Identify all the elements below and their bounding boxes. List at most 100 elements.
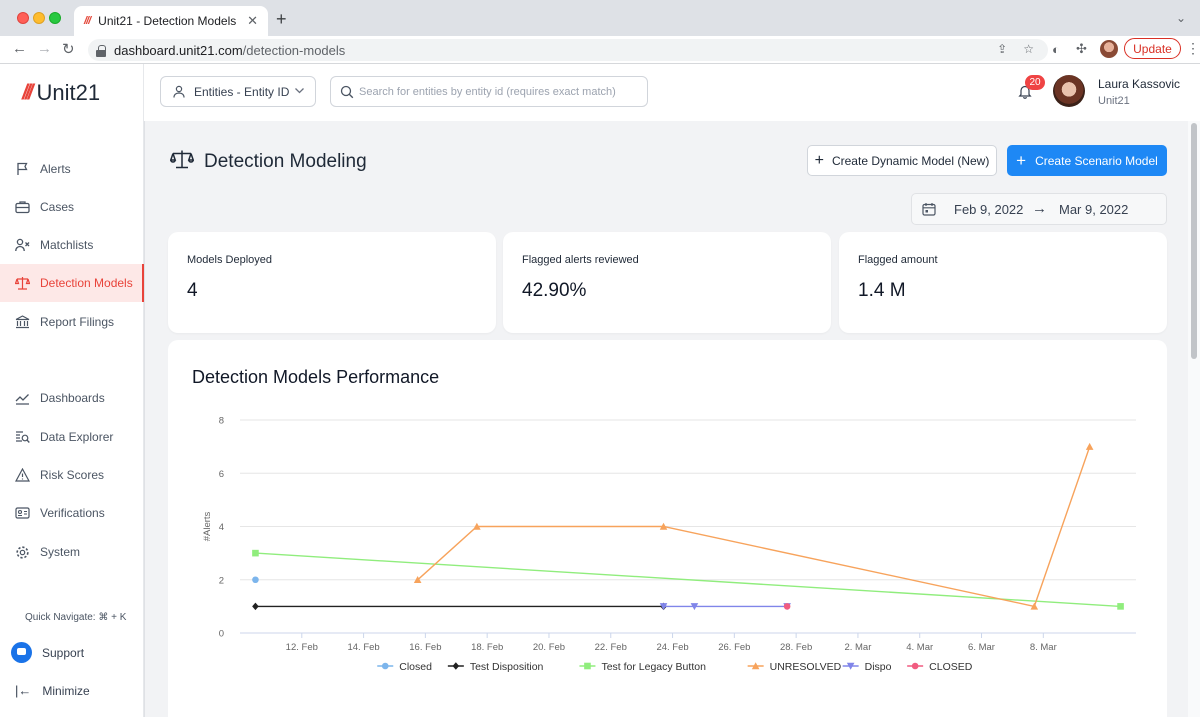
url-field[interactable]: dashboard.unit21.com/detection-models ⇪ … xyxy=(88,39,1048,61)
data-search-icon xyxy=(15,430,30,445)
x-tick-label: 20. Feb xyxy=(533,642,565,653)
sidebar-item-cases[interactable]: Cases xyxy=(0,188,144,226)
reload-icon[interactable]: ↻ xyxy=(62,40,75,58)
main-content: Detection Modeling + Create Dynamic Mode… xyxy=(145,121,1188,717)
unit21-logo[interactable]: /// Unit21 xyxy=(22,80,100,106)
back-arrow-icon[interactable]: ← xyxy=(12,40,27,57)
scale-icon xyxy=(15,276,30,291)
plus-icon: + xyxy=(814,151,824,169)
stat-value: 1.4 M xyxy=(858,280,906,301)
stat-value: 4 xyxy=(187,280,198,301)
entity-type-select[interactable]: Entities - Entity ID xyxy=(160,76,316,107)
sidebar-item-label: Verifications xyxy=(40,506,105,520)
warning-icon xyxy=(15,468,30,483)
tab-search-chevron-icon[interactable]: ⌄ xyxy=(1176,11,1186,25)
user-name[interactable]: Laura Kassovic xyxy=(1098,77,1180,91)
id-card-icon xyxy=(15,506,30,521)
tab-close-icon[interactable]: ✕ xyxy=(247,13,258,29)
data-point-unresolved xyxy=(1085,442,1094,450)
legend-label-unresolved: UNRESOLVED xyxy=(770,661,842,673)
legend-marker-closed xyxy=(381,662,389,670)
x-tick-label: 8. Mar xyxy=(1030,642,1057,653)
minimize-sidebar-button[interactable]: |← Minimize xyxy=(15,683,90,698)
user-org: Unit21 xyxy=(1098,95,1130,107)
top-bar: Entities - Entity ID Search for entities… xyxy=(144,64,1200,121)
date-to[interactable]: Mar 9, 2022 xyxy=(1059,202,1128,217)
logo-text: Unit21 xyxy=(36,80,101,105)
sidebar-item-label: Risk Scores xyxy=(40,468,105,482)
sidebar-item-dashboards[interactable]: Dashboards xyxy=(0,379,144,417)
user-avatar[interactable] xyxy=(1053,75,1085,107)
y-tick-label: 4 xyxy=(219,522,224,533)
search-placeholder: Search for entities by entity id (requir… xyxy=(359,85,616,98)
sidebar-item-label: Alerts xyxy=(40,162,71,176)
main-scrollbar[interactable] xyxy=(1188,121,1200,717)
create-dynamic-model-button[interactable]: + Create Dynamic Model (New) xyxy=(807,145,997,176)
page-title: Detection Modeling xyxy=(169,149,367,175)
y-axis-label: #Alerts xyxy=(202,511,213,541)
window-zoom-button[interactable] xyxy=(49,12,61,24)
date-from[interactable]: Feb 9, 2022 xyxy=(954,202,1023,217)
user-x-icon xyxy=(15,238,30,253)
browser-update-button[interactable]: Update xyxy=(1124,38,1181,59)
window-minimize-button[interactable] xyxy=(33,12,45,24)
sidebar-item-risk-scores[interactable]: Risk Scores xyxy=(0,456,144,494)
sidebar-item-data-explorer[interactable]: Data Explorer xyxy=(0,418,144,456)
data-point-test-for-legacy-button xyxy=(252,549,259,557)
entity-search-input[interactable]: Search for entities by entity id (requir… xyxy=(330,76,648,107)
search-icon xyxy=(340,85,354,102)
legend-label-test-disposition: Test Disposition xyxy=(470,661,544,673)
forward-arrow-icon[interactable]: → xyxy=(37,40,52,57)
briefcase-icon xyxy=(15,200,30,215)
collapse-left-icon: |← xyxy=(15,683,32,698)
support-label: Support xyxy=(42,645,85,660)
support-button[interactable]: Support xyxy=(11,642,84,663)
stat-card-models-deployed: Models Deployed 4 xyxy=(168,232,496,333)
stat-label: Flagged alerts reviewed xyxy=(522,254,639,266)
create-scenario-model-label: Create Scenario Model xyxy=(1035,153,1158,168)
sidebar-item-label: Matchlists xyxy=(40,238,94,252)
plus-icon: + xyxy=(1016,150,1027,170)
chat-icon xyxy=(11,642,32,663)
browser-profile-avatar[interactable] xyxy=(1100,40,1118,58)
url-host: dashboard.unit21.com xyxy=(114,42,243,58)
x-tick-label: 2. Mar xyxy=(844,642,871,653)
x-tick-label: 12. Feb xyxy=(286,642,318,653)
extension-icon[interactable]: ◐ xyxy=(1052,42,1060,57)
sidebar-item-system[interactable]: System xyxy=(0,533,144,571)
share-icon[interactable]: ⇪ xyxy=(997,42,1007,56)
scrollbar-thumb[interactable] xyxy=(1191,123,1197,359)
window-close-button[interactable] xyxy=(17,12,29,24)
date-range-picker[interactable]: Feb 9, 2022 → Mar 9, 2022 xyxy=(911,193,1167,225)
x-tick-label: 4. Mar xyxy=(906,642,933,653)
data-point-test-disposition xyxy=(252,602,259,611)
sidebar-item-verifications[interactable]: Verifications xyxy=(0,494,144,532)
x-tick-label: 24. Feb xyxy=(656,642,688,653)
sidebar-item-detection-models[interactable]: Detection Models xyxy=(0,264,144,302)
y-tick-label: 6 xyxy=(219,469,224,480)
user-icon xyxy=(173,85,185,98)
calendar-icon xyxy=(922,202,936,219)
flag-icon xyxy=(15,162,30,177)
sidebar-item-report-filings[interactable]: Report Filings xyxy=(0,303,144,341)
sidebar-item-label: Cases xyxy=(40,200,75,214)
browser-menu-icon[interactable]: ⋮ xyxy=(1186,40,1200,57)
sidebar-item-matchlists[interactable]: Matchlists xyxy=(0,226,144,264)
browser-tab-bar: /// Unit21 - Detection Models ✕ + ⌄ xyxy=(0,0,1200,36)
bookmark-star-icon[interactable]: ☆ xyxy=(1023,42,1034,56)
chevron-down-icon xyxy=(294,85,305,99)
stat-label: Flagged amount xyxy=(858,254,938,266)
y-tick-label: 2 xyxy=(219,575,224,586)
new-tab-icon[interactable]: + xyxy=(276,9,287,30)
extensions-puzzle-icon[interactable]: ✣ xyxy=(1076,41,1087,57)
browser-tab[interactable]: /// Unit21 - Detection Models ✕ xyxy=(74,6,268,36)
stat-card-flagged-alerts-reviewed: Flagged alerts reviewed 42.90% xyxy=(503,232,831,333)
sidebar-item-label: Detection Models xyxy=(40,276,133,290)
lock-icon xyxy=(96,44,106,57)
page-title-text: Detection Modeling xyxy=(204,151,367,172)
create-scenario-model-button[interactable]: + Create Scenario Model xyxy=(1007,145,1167,176)
browser-address-bar: ← → ↻ dashboard.unit21.com/detection-mod… xyxy=(0,36,1200,64)
sidebar-item-alerts[interactable]: Alerts xyxy=(0,150,144,188)
x-tick-label: 14. Feb xyxy=(347,642,379,653)
stat-value: 42.90% xyxy=(522,280,587,301)
